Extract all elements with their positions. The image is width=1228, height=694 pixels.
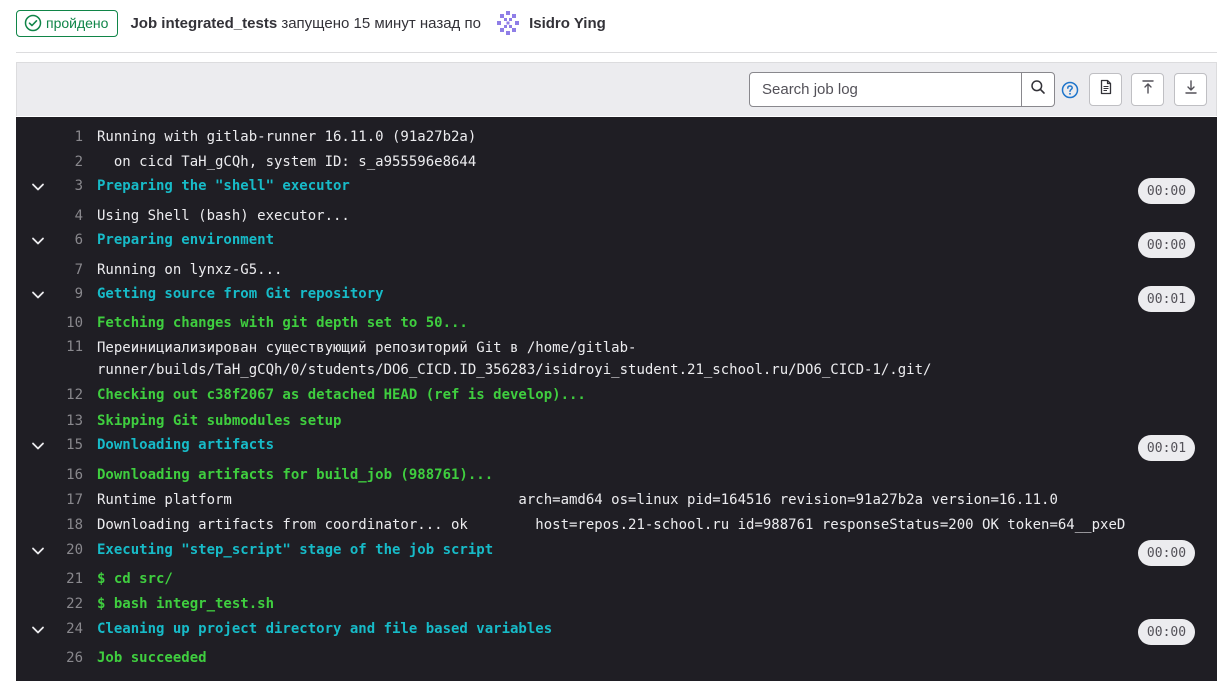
log-line-text: Using Shell (bash) executor... xyxy=(97,208,350,224)
line-number[interactable]: 18 xyxy=(56,517,83,533)
chevron-down-icon[interactable] xyxy=(30,233,46,249)
chevron-down-icon[interactable] xyxy=(30,287,46,303)
line-number[interactable]: 12 xyxy=(56,387,83,403)
line-number[interactable]: 22 xyxy=(56,596,83,612)
line-number[interactable]: 26 xyxy=(56,650,83,666)
started-text: запущено 15 минут назад по xyxy=(277,14,486,32)
line-number[interactable]: 1 xyxy=(56,129,83,145)
section-duration-badge: 00:00 xyxy=(1138,619,1195,645)
log-line-text: Downloading artifacts for build_job (988… xyxy=(97,467,494,483)
log-line-text: Runtime platform arch=amd64 os=linux pid… xyxy=(97,492,1058,508)
line-number[interactable]: 3 xyxy=(56,178,83,194)
status-badge[interactable]: пройдено xyxy=(16,9,119,37)
log-line-text: Job succeeded xyxy=(97,650,207,666)
help-icon[interactable] xyxy=(1060,80,1080,100)
user-name[interactable]: Isidro Ying xyxy=(529,15,606,32)
job-header: пройдено Job integrated_tests запущено 1… xyxy=(16,9,606,37)
section-duration-badge: 00:01 xyxy=(1138,435,1195,461)
chevron-down-icon[interactable] xyxy=(30,543,46,559)
chevron-down-icon[interactable] xyxy=(30,438,46,454)
section-duration-badge: 00:00 xyxy=(1138,232,1195,258)
search-box xyxy=(749,72,1055,107)
section-title: Cleaning up project directory and file b… xyxy=(97,621,553,637)
line-number[interactable]: 6 xyxy=(56,232,83,248)
header-divider xyxy=(16,52,1217,53)
log-line-text: Running on lynxz-G5... xyxy=(97,262,283,278)
log-line-text: $ cd src/ xyxy=(97,571,173,587)
line-number[interactable]: 15 xyxy=(56,437,83,453)
log-line-text: Переинициализирован существующий репозит… xyxy=(97,340,932,378)
log-line-text: Skipping Git submodules setup xyxy=(97,413,342,429)
scroll-to-bottom-icon xyxy=(1183,79,1199,100)
status-label: пройдено xyxy=(46,15,109,31)
section-title: Downloading artifacts xyxy=(97,437,275,453)
scroll-to-top-button[interactable] xyxy=(1131,73,1164,106)
line-number[interactable]: 13 xyxy=(56,413,83,429)
section-title: Preparing environment xyxy=(97,232,275,248)
line-number[interactable]: 7 xyxy=(56,262,83,278)
job-log-toolbar xyxy=(16,62,1217,116)
line-number[interactable]: 17 xyxy=(56,492,83,508)
log-line-text: Checking out c38f2067 as detached HEAD (… xyxy=(97,387,586,403)
line-number[interactable]: 21 xyxy=(56,571,83,587)
line-number[interactable]: 11 xyxy=(56,339,83,355)
check-circle-icon xyxy=(24,14,42,32)
log-line-text: on cicd TaH_gCQh, system ID: s_a955596e8… xyxy=(97,154,477,170)
raw-log-icon xyxy=(1098,79,1114,100)
line-number[interactable]: 2 xyxy=(56,154,83,170)
section-duration-badge: 00:00 xyxy=(1138,178,1195,204)
log-line-text: $ bash integr_test.sh xyxy=(97,596,275,612)
scroll-to-bottom-button[interactable] xyxy=(1174,73,1207,106)
log-line-text: Downloading artifacts from coordinator..… xyxy=(97,517,1126,533)
line-number[interactable]: 4 xyxy=(56,208,83,224)
search-input[interactable] xyxy=(750,73,1022,106)
scroll-to-top-icon xyxy=(1140,79,1156,100)
section-title: Getting source from Git repository xyxy=(97,286,384,302)
line-number[interactable]: 20 xyxy=(56,542,83,558)
chevron-down-icon[interactable] xyxy=(30,622,46,638)
section-title: Executing "step_script" stage of the job… xyxy=(97,542,494,558)
line-number[interactable]: 9 xyxy=(56,286,83,302)
avatar[interactable] xyxy=(495,10,521,36)
line-number[interactable]: 10 xyxy=(56,315,83,331)
job-name: Job integrated_tests xyxy=(130,14,278,32)
chevron-down-icon[interactable] xyxy=(30,179,46,195)
section-title: Preparing the "shell" executor xyxy=(97,178,350,194)
log-line-text: Running with gitlab-runner 16.11.0 (91a2… xyxy=(97,129,477,145)
show-raw-log-button[interactable] xyxy=(1089,73,1122,106)
line-number[interactable]: 16 xyxy=(56,467,83,483)
job-log: 1 Running with gitlab-runner 16.11.0 (91… xyxy=(16,117,1217,681)
log-line-text: Fetching changes with git depth set to 5… xyxy=(97,315,468,331)
section-duration-badge: 00:01 xyxy=(1138,286,1195,312)
search-button[interactable] xyxy=(1021,73,1054,106)
section-duration-badge: 00:00 xyxy=(1138,540,1195,566)
line-number[interactable]: 24 xyxy=(56,621,83,637)
search-icon xyxy=(1030,79,1046,100)
